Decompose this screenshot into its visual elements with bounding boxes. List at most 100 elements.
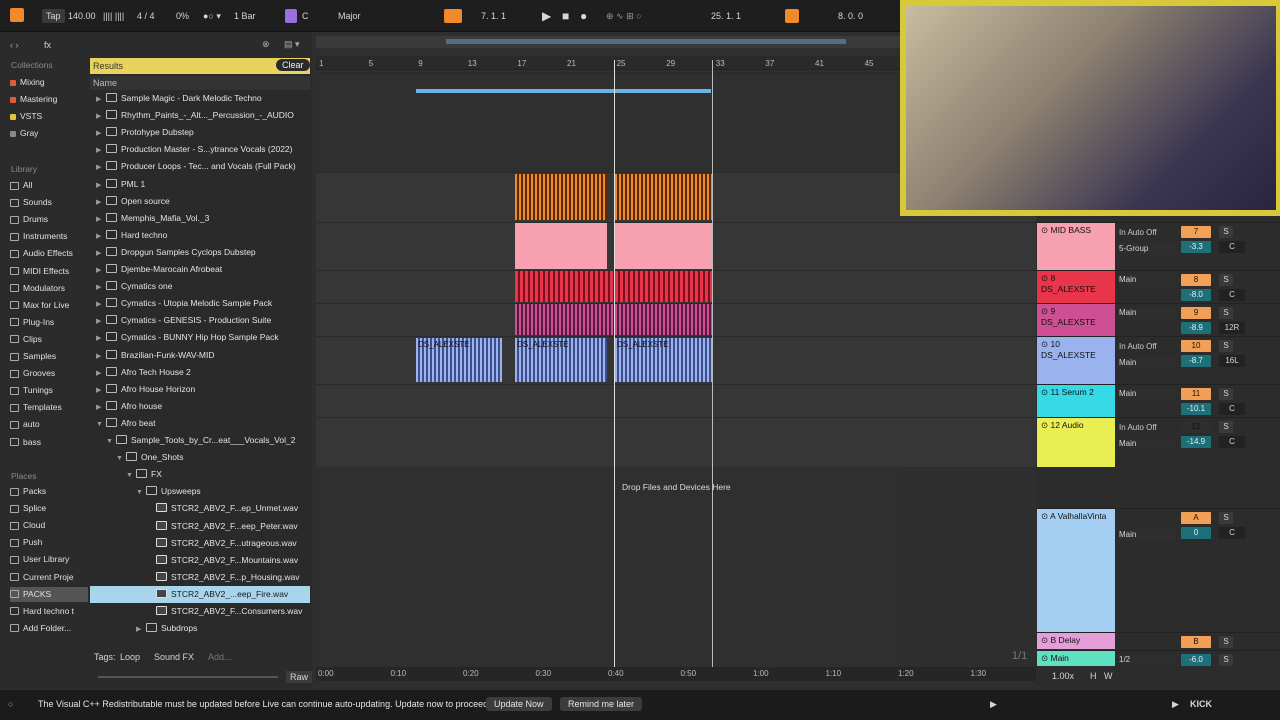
track-arrow-icon[interactable]: ▶ (1172, 699, 1179, 710)
clip-orange-2[interactable] (615, 174, 712, 220)
library-item[interactable]: Clips (10, 332, 88, 347)
result-row[interactable]: ▶ PML 1 (90, 176, 310, 193)
view-toggle-icon[interactable] (10, 8, 24, 22)
expand-arrow-icon[interactable]: ▶ (96, 365, 106, 382)
places-item[interactable]: Push (10, 535, 88, 550)
library-item[interactable]: Max for Live (10, 298, 88, 313)
result-row[interactable]: ▶ Cymatics - Utopia Melodic Sample Pack (90, 295, 310, 312)
expand-arrow-icon[interactable]: ▼ (126, 467, 136, 484)
tempo-field[interactable]: 140.00 (68, 9, 96, 23)
result-row[interactable]: STCR2_ABV2_F...ep_Unmet.wav (90, 500, 310, 517)
raw-toggle[interactable]: Raw (286, 671, 313, 683)
result-row[interactable]: STCR2_ABV2_F...utrageous.wav (90, 535, 310, 552)
library-item[interactable]: Templates (10, 400, 88, 415)
track-name-block[interactable]: ⊙ 10 DS_ALEXSTE (1037, 337, 1115, 384)
tap-button[interactable]: Tap (42, 9, 65, 23)
loop-start[interactable]: 25. 1. 1 (711, 9, 741, 23)
result-row[interactable]: ▶ Production Master - S...ytrance Vocals … (90, 141, 310, 158)
expand-arrow-icon[interactable]: ▶ (96, 211, 106, 228)
collection-item[interactable]: VSTS (10, 109, 88, 124)
expand-arrow-icon[interactable]: ▶ (96, 399, 106, 416)
expand-arrow-icon[interactable]: ▶ (96, 279, 106, 296)
result-row[interactable]: ▶ Producer Loops - Tec... and Vocals (Ful… (90, 158, 310, 175)
library-item[interactable]: bass (10, 435, 88, 450)
clip-blue-2[interactable]: DS_ALEXSTE (515, 338, 607, 382)
overview-strip[interactable] (316, 36, 900, 48)
solo-button[interactable]: S (1219, 340, 1233, 352)
track-name-block[interactable]: ⊙ 11 Serum 2 (1037, 385, 1115, 417)
library-item[interactable]: Drums (10, 212, 88, 227)
places-item[interactable]: Hard techno t (10, 604, 88, 619)
mixer-track[interactable]: ⊙ 12 Audio Main In Auto Off 12 S -14.9 C (1037, 417, 1280, 467)
track-name-block[interactable]: ⊙ 8 DS_ALEXSTE (1037, 271, 1115, 303)
zoom-level[interactable]: 1.00x (1052, 671, 1074, 681)
route-select[interactable]: Main (1119, 529, 1175, 541)
clip-pink-2[interactable] (615, 223, 712, 269)
search-input[interactable]: fx (44, 40, 51, 50)
expand-arrow-icon[interactable]: ▶ (96, 142, 106, 159)
quantize-select[interactable]: 1 Bar (234, 9, 256, 23)
clip-orange-1[interactable] (515, 174, 607, 220)
scale-select[interactable]: Major (338, 9, 361, 23)
result-row[interactable]: ▶ Hard techno (90, 227, 310, 244)
solo-button[interactable]: S (1219, 274, 1233, 286)
expand-arrow-icon[interactable]: ▶ (96, 313, 106, 330)
mixer-track[interactable]: ⊙ 8 DS_ALEXSTE Main 8 S -8.0 C (1037, 270, 1280, 303)
info-icon[interactable]: ○ (8, 699, 13, 709)
track-name-block[interactable]: ⊙ B Delay (1037, 633, 1115, 649)
stop-icon[interactable]: ■ (562, 9, 569, 23)
library-item[interactable]: Plug-Ins (10, 315, 88, 330)
result-row[interactable]: ▼ Afro beat (90, 415, 310, 432)
beat-ruler[interactable] (316, 56, 900, 70)
song-position[interactable]: 7. 1. 1 (481, 9, 506, 23)
places-item[interactable]: PACKS (10, 586, 88, 602)
solo-button[interactable]: S (1219, 654, 1233, 666)
playhead[interactable] (614, 60, 615, 668)
volume-field[interactable]: -6.0 (1181, 654, 1211, 666)
loop-end-marker[interactable] (712, 60, 713, 668)
solo-button[interactable]: S (1219, 307, 1233, 319)
groove-amount[interactable]: 0% (176, 9, 189, 23)
result-row[interactable]: STCR2_ABV2_F...Mountains.wav (90, 552, 310, 569)
result-row[interactable]: ▶ Dropgun Samples Cyclops Dubstep (90, 244, 310, 261)
key-select[interactable]: C (302, 9, 309, 23)
clear-button[interactable]: Clear (276, 59, 310, 71)
result-row[interactable]: ▶ Protohype Dubstep (90, 124, 310, 141)
places-item[interactable]: Cloud (10, 518, 88, 533)
volume-field[interactable]: -8.0 (1181, 289, 1211, 301)
mixer-track[interactable]: ⊙ 10 DS_ALEXSTE Main In Auto Off 10 S -8.7 16L (1037, 336, 1280, 384)
expand-arrow-icon[interactable]: ▶ (96, 296, 106, 313)
time-ruler[interactable] (316, 667, 1036, 681)
result-row[interactable]: ▼ One_Shots (90, 449, 310, 466)
expand-arrow-icon[interactable]: ▶ (96, 228, 106, 245)
solo-button[interactable]: S (1219, 636, 1233, 648)
pan-field[interactable]: C (1219, 403, 1245, 415)
expand-arrow-icon[interactable]: ▼ (96, 416, 106, 433)
track-number-button[interactable]: 9 (1181, 307, 1211, 319)
solo-button[interactable]: S (1219, 421, 1233, 433)
result-row[interactable]: ▶ Subdrops (90, 620, 310, 637)
result-row[interactable]: ▶ Memphis_Mafia_Vol._3 (90, 210, 310, 227)
monitor-buttons[interactable]: In Auto Off (1119, 227, 1175, 239)
library-item[interactable]: Samples (10, 349, 88, 364)
follow-icon[interactable] (444, 9, 462, 23)
places-item[interactable]: Splice (10, 501, 88, 516)
w-toggle[interactable]: W (1104, 671, 1113, 681)
track-name-block[interactable]: ⊙ Main (1037, 651, 1115, 666)
loop-icon[interactable] (785, 9, 799, 23)
track-number-button[interactable]: 10 (1181, 340, 1211, 352)
clip-blue-1[interactable]: DS_ALEXSTE (416, 338, 502, 382)
monitor-buttons[interactable]: In Auto Off (1119, 422, 1175, 434)
expand-arrow-icon[interactable]: ▶ (96, 108, 106, 125)
clear-search-icon[interactable]: ⊗ (262, 39, 270, 50)
track-name-block[interactable]: ⊙ MID BASS (1037, 223, 1115, 270)
pan-field[interactable]: 16L (1219, 355, 1245, 367)
library-item[interactable]: Grooves (10, 366, 88, 381)
result-row[interactable]: ▶ Afro house (90, 398, 310, 415)
route-select[interactable]: Main (1119, 388, 1175, 400)
scale-mode-icon[interactable] (285, 9, 297, 23)
result-row[interactable]: ▼ Sample_Tools_by_Cr...eat___Vocals_Vol_2 (90, 432, 310, 449)
tag-add[interactable]: Add... (208, 652, 232, 662)
preview-bar[interactable]: Raw (92, 670, 313, 684)
pan-field[interactable]: C (1219, 436, 1245, 448)
